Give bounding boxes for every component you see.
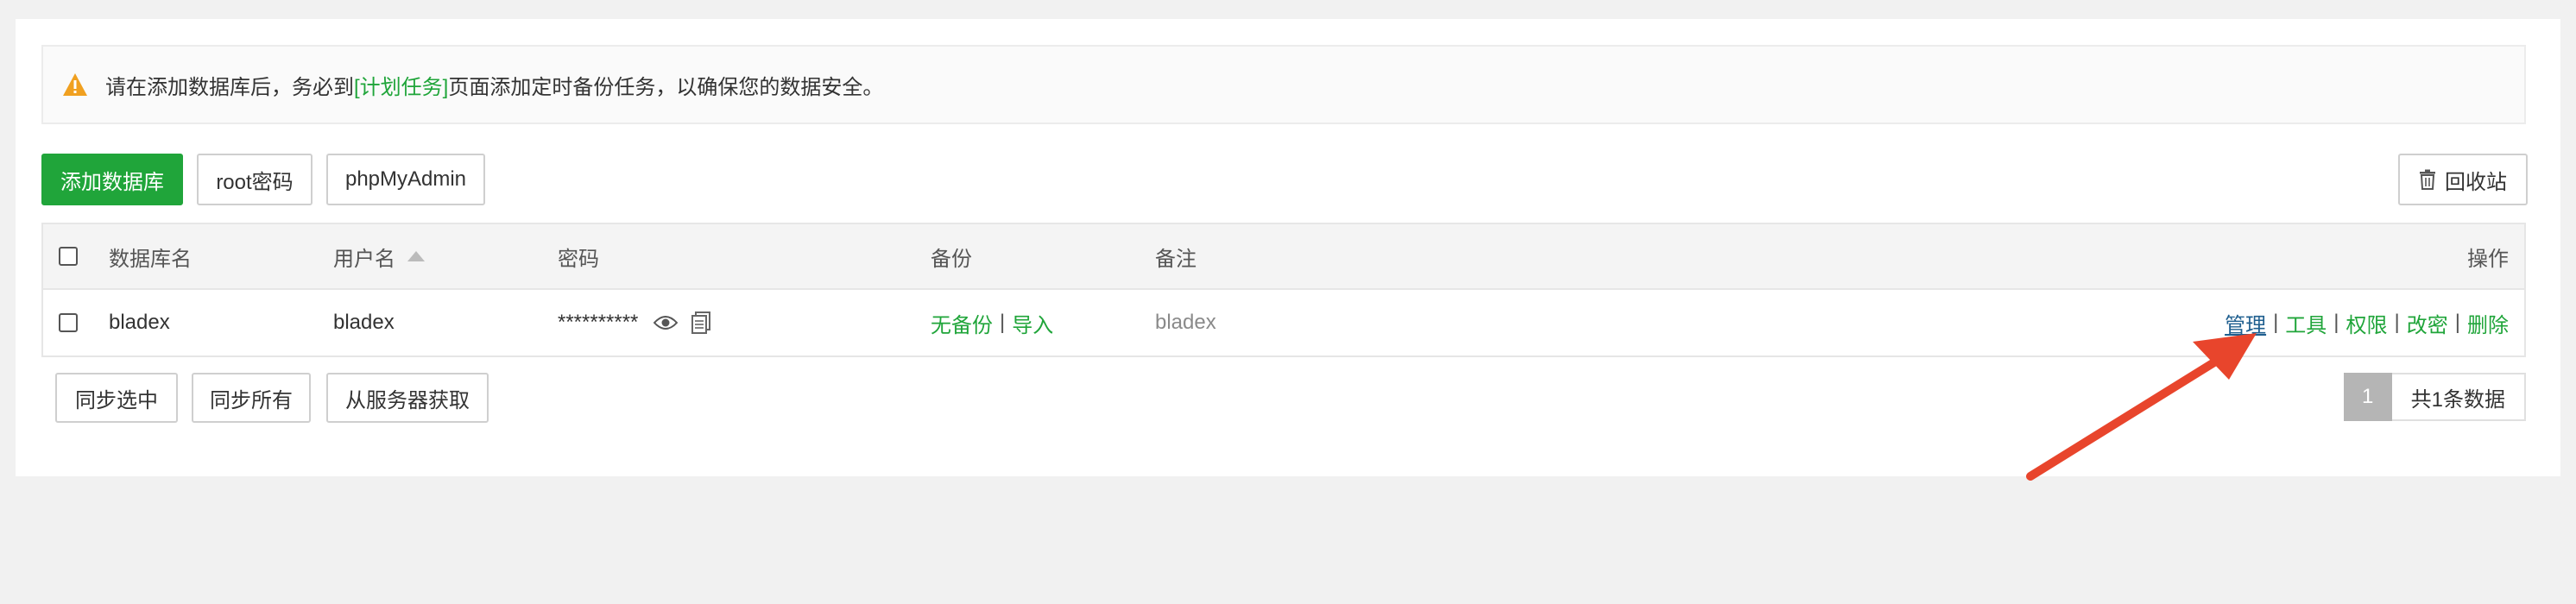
table-row: bladex bladex ********** 无备份 | 导入 bladex…: [43, 290, 2524, 355]
row-password: **********: [558, 311, 639, 334]
separator: |: [2454, 311, 2460, 334]
header-backup: 备份: [931, 247, 972, 271]
pagination: 1 共1条数据: [2343, 373, 2526, 421]
recycle-bin-button[interactable]: 回收站: [2398, 154, 2528, 205]
header-actions: 操作: [2467, 247, 2509, 271]
notice-text-before: 请在添加数据库后，务必到: [105, 75, 354, 99]
notice-text-after: 页面添加定时备份任务，以确保您的数据安全。: [448, 75, 884, 99]
trash-icon: [2420, 169, 2435, 190]
import-link[interactable]: 导入: [1012, 308, 1053, 338]
backup-notice: 请在添加数据库后，务必到 [计划任务] 页面添加定时备份任务，以确保您的数据安全。: [41, 45, 2526, 124]
header-db-name[interactable]: 数据库名: [109, 224, 192, 288]
row-checkbox[interactable]: [59, 313, 78, 332]
sync-all-button[interactable]: 同步所有: [192, 373, 311, 423]
copy-icon[interactable]: [691, 311, 711, 334]
separator: |: [2333, 311, 2339, 334]
separator: |: [2273, 311, 2279, 334]
header-password: 密码: [558, 247, 599, 271]
separator: |: [1000, 311, 1006, 334]
sort-asc-icon[interactable]: [407, 251, 425, 261]
permissions-link[interactable]: 权限: [2346, 308, 2388, 338]
database-table: 数据库名 用户名 密码 备份 备注 操作 bladex bladex *****…: [41, 223, 2526, 357]
phpmyadmin-button[interactable]: phpMyAdmin: [326, 154, 485, 205]
change-password-link[interactable]: 改密: [2407, 308, 2448, 338]
fetch-from-server-button[interactable]: 从服务器获取: [326, 373, 489, 423]
add-database-button[interactable]: 添加数据库: [41, 154, 183, 205]
page-number-button[interactable]: 1: [2343, 373, 2392, 421]
manage-link[interactable]: 管理: [2225, 308, 2266, 338]
total-count: 共1条数据: [2391, 373, 2526, 421]
recycle-bin-label: 回收站: [2445, 170, 2507, 194]
delete-link[interactable]: 删除: [2467, 308, 2509, 338]
row-actions: 管理 | 工具 | 权限 | 改密 | 删除: [2225, 290, 2509, 355]
header-username-label: 用户名: [333, 247, 395, 271]
separator: |: [2394, 311, 2400, 334]
backup-status-link[interactable]: 无备份: [931, 308, 993, 338]
table-header: 数据库名 用户名 密码 备份 备注 操作: [43, 224, 2524, 290]
select-all-checkbox[interactable]: [59, 247, 78, 266]
sync-selected-button[interactable]: 同步选中: [55, 373, 178, 423]
cron-task-link[interactable]: [计划任务]: [354, 70, 448, 100]
row-username: bladex: [333, 311, 395, 334]
tools-link[interactable]: 工具: [2285, 308, 2327, 338]
root-password-button[interactable]: root密码: [197, 154, 313, 205]
row-remark[interactable]: bladex: [1155, 290, 1216, 355]
row-db-name: bladex: [109, 311, 170, 334]
warning-icon: [63, 73, 87, 96]
header-remark: 备注: [1155, 247, 1196, 271]
header-username[interactable]: 用户名: [333, 224, 425, 288]
eye-icon[interactable]: [653, 314, 679, 331]
